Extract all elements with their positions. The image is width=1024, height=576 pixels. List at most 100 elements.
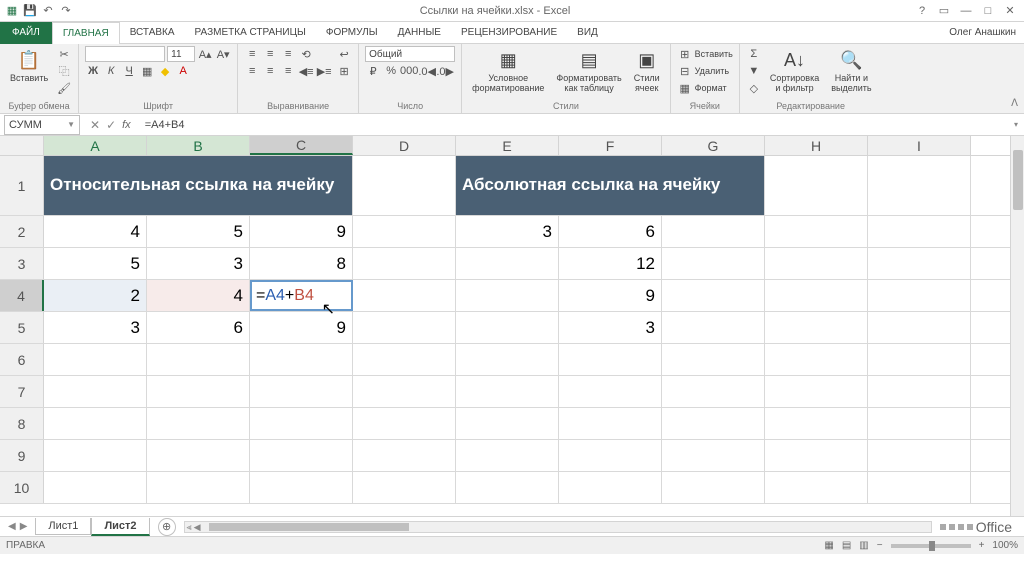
format-painter-icon[interactable]: 🖌 (56, 80, 72, 96)
save-icon[interactable]: 💾 (22, 3, 38, 19)
ribbon-options-icon[interactable]: ▭ (934, 3, 954, 19)
cell[interactable] (868, 216, 971, 247)
row-header[interactable]: 9 (0, 440, 44, 471)
number-format-select[interactable]: Общий (365, 46, 455, 62)
align-bottom-icon[interactable]: ≡ (280, 46, 296, 62)
view-normal-icon[interactable]: ▦ (824, 540, 833, 551)
cancel-icon[interactable]: ✕ (90, 118, 100, 132)
row-header[interactable]: 4 (0, 280, 44, 311)
tab-data[interactable]: ДАННЫЕ (388, 22, 451, 44)
tab-insert[interactable]: ВСТАВКА (120, 22, 185, 44)
delete-cells-icon[interactable]: ⊟ (677, 63, 693, 79)
cell[interactable] (662, 248, 765, 279)
header-cell[interactable]: Относительная ссылка на ячейку (44, 156, 353, 215)
tab-pagelayout[interactable]: РАЗМЕТКА СТРАНИЦЫ (185, 22, 316, 44)
merge-icon[interactable]: ⊞ (336, 63, 352, 79)
decrease-decimal-icon[interactable]: .0▶ (437, 63, 453, 79)
orientation-icon[interactable]: ⟲ (298, 46, 314, 62)
user-name[interactable]: Олег Анашкин (949, 27, 1024, 38)
tab-file[interactable]: ФАЙЛ (0, 22, 52, 44)
col-header[interactable]: F (559, 136, 662, 155)
cell[interactable]: 3 (456, 216, 559, 247)
maximize-icon[interactable]: □ (978, 3, 998, 19)
cell[interactable]: 5 (147, 216, 250, 247)
spreadsheet-grid[interactable]: A B C D E F G H I 1 Относительная ссылка… (0, 136, 1024, 516)
row-header[interactable]: 1 (0, 156, 44, 215)
formula-input[interactable]: =A4+B4 (141, 115, 1008, 135)
sort-filter-button[interactable]: A↓ Сортировка и фильтр (766, 46, 823, 96)
cell[interactable]: 6 (147, 312, 250, 343)
cell[interactable] (662, 312, 765, 343)
row-header[interactable]: 10 (0, 472, 44, 503)
cell[interactable] (868, 156, 971, 215)
view-pagebreak-icon[interactable]: ▥ (859, 540, 868, 551)
border-icon[interactable]: ▦ (139, 63, 155, 79)
cell[interactable] (456, 248, 559, 279)
cell[interactable] (868, 312, 971, 343)
col-header[interactable]: C (250, 136, 353, 155)
autosum-icon[interactable]: Σ (746, 46, 762, 62)
italic-icon[interactable]: К (103, 63, 119, 79)
redo-icon[interactable]: ↷ (58, 3, 74, 19)
font-size-select[interactable]: 11 (167, 46, 195, 62)
cell-editing[interactable]: =A4+B4 ↖ (250, 280, 353, 311)
sheet-nav-prev-icon[interactable]: ◀ (8, 521, 16, 532)
row-header[interactable]: 2 (0, 216, 44, 247)
indent-dec-icon[interactable]: ◀≡ (298, 63, 314, 79)
cell[interactable] (353, 312, 456, 343)
cell[interactable]: 9 (250, 312, 353, 343)
row-header[interactable]: 5 (0, 312, 44, 343)
row-header[interactable]: 3 (0, 248, 44, 279)
expand-formula-icon[interactable]: ▾ (1008, 120, 1024, 129)
insert-cells-icon[interactable]: ⊞ (677, 46, 693, 62)
font-color-icon[interactable]: A (175, 63, 191, 79)
cell[interactable] (456, 312, 559, 343)
copy-icon[interactable]: ⿻ (56, 63, 72, 79)
align-top-icon[interactable]: ≡ (244, 46, 260, 62)
cell[interactable] (662, 280, 765, 311)
cell[interactable] (353, 280, 456, 311)
align-left-icon[interactable]: ≡ (244, 63, 260, 79)
fill-icon[interactable]: ▼ (746, 63, 762, 79)
col-header[interactable]: H (765, 136, 868, 155)
help-icon[interactable]: ? (912, 3, 932, 19)
horizontal-scrollbar[interactable]: ⫷◀ (184, 521, 932, 533)
cell[interactable]: 9 (250, 216, 353, 247)
row-header[interactable]: 7 (0, 376, 44, 407)
zoom-out-icon[interactable]: − (877, 540, 883, 551)
zoom-level[interactable]: 100% (992, 540, 1018, 551)
col-header[interactable]: G (662, 136, 765, 155)
row-header[interactable]: 8 (0, 408, 44, 439)
comma-icon[interactable]: 000 (401, 63, 417, 79)
cell-styles-button[interactable]: ▣ Стили ячеек (630, 46, 664, 96)
sheet-nav-next-icon[interactable]: ▶ (20, 521, 28, 532)
header-cell[interactable]: Абсолютная ссылка на ячейку (456, 156, 765, 215)
cell[interactable]: 8 (250, 248, 353, 279)
sheet-tab[interactable]: Лист1 (35, 518, 91, 535)
zoom-in-icon[interactable]: + (979, 540, 985, 551)
cell-referenced[interactable]: 2 (44, 280, 147, 311)
currency-icon[interactable]: ₽ (365, 63, 381, 79)
cell[interactable] (765, 156, 868, 215)
cell[interactable] (868, 248, 971, 279)
cell[interactable]: 12 (559, 248, 662, 279)
indent-inc-icon[interactable]: ▶≡ (316, 63, 332, 79)
enter-icon[interactable]: ✓ (106, 118, 116, 132)
increase-decimal-icon[interactable]: .0◀ (419, 63, 435, 79)
find-select-button[interactable]: 🔍 Найти и выделить (827, 46, 875, 96)
collapse-ribbon-icon[interactable]: ᐱ (1011, 98, 1018, 109)
cell[interactable] (353, 216, 456, 247)
paste-button[interactable]: 📋 Вставить (6, 46, 52, 86)
tab-review[interactable]: РЕЦЕНЗИРОВАНИЕ (451, 22, 567, 44)
font-family-select[interactable] (85, 46, 165, 62)
cell[interactable] (765, 248, 868, 279)
cell[interactable] (765, 280, 868, 311)
format-cells-icon[interactable]: ▦ (677, 80, 693, 96)
fill-color-icon[interactable]: ◆ (157, 63, 173, 79)
percent-icon[interactable]: % (383, 63, 399, 79)
col-header[interactable]: E (456, 136, 559, 155)
close-icon[interactable]: ✕ (1000, 3, 1020, 19)
align-center-icon[interactable]: ≡ (262, 63, 278, 79)
cell[interactable] (662, 216, 765, 247)
cell[interactable]: 9 (559, 280, 662, 311)
